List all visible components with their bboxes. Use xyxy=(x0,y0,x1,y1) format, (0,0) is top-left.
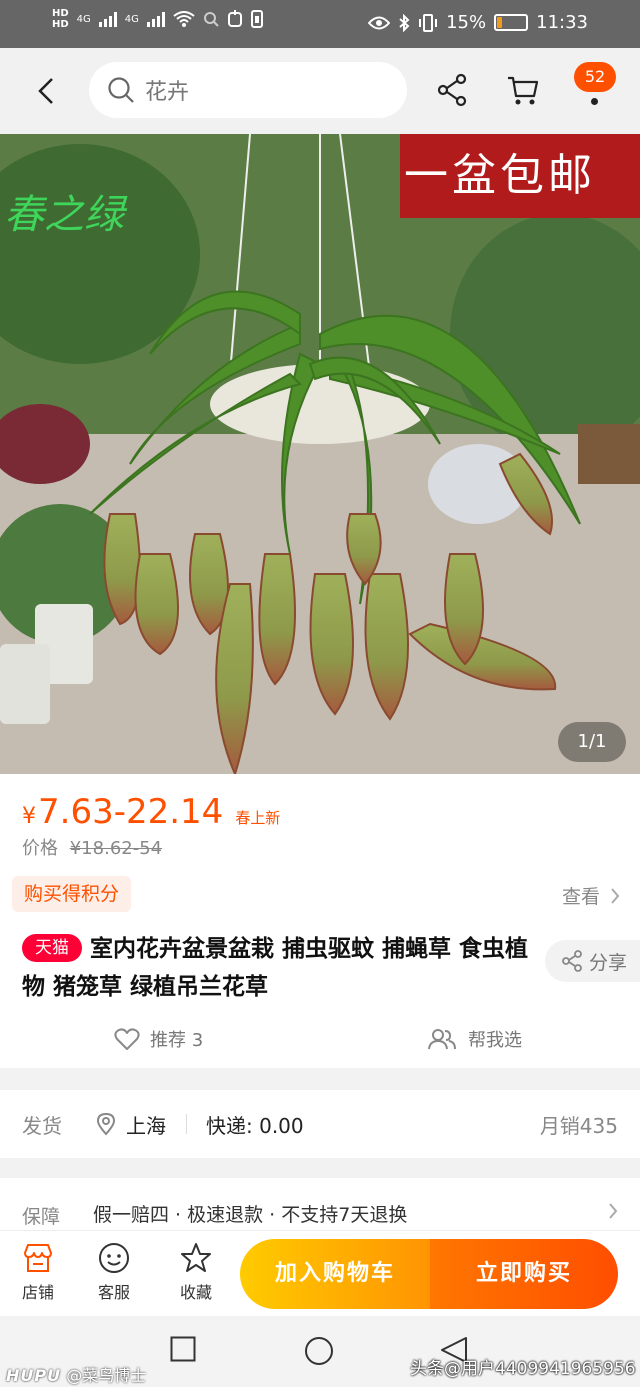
wifi-icon xyxy=(173,11,195,27)
product-info-card: ¥ 7.63-22.14 春上新 价格 ¥18.62-54 购买得积分 查看 天… xyxy=(0,774,640,1068)
share-button[interactable]: 分享 xyxy=(545,940,640,982)
buy-now-button[interactable]: 立即购买 xyxy=(430,1239,618,1309)
network-type-2: 4G xyxy=(124,13,139,25)
original-price-value: ¥18.62-54 xyxy=(69,838,163,859)
recent-apps-icon[interactable] xyxy=(170,1336,196,1362)
shipping-location: 上海 xyxy=(96,1110,166,1139)
heart-icon xyxy=(114,1028,140,1050)
service-label: 客服 xyxy=(97,1283,130,1302)
share-icon[interactable] xyxy=(435,72,469,108)
price-value: 7.63-22.14 xyxy=(38,792,224,832)
home-icon[interactable] xyxy=(304,1336,334,1366)
status-right: 15% 11:33 xyxy=(368,12,588,33)
search-placeholder: 花卉 xyxy=(145,80,190,105)
divider xyxy=(186,1114,187,1134)
signal-icon xyxy=(98,11,117,27)
add-to-cart-button[interactable]: 加入购物车 xyxy=(240,1239,430,1309)
vibrate-icon xyxy=(419,13,438,32)
back-arrow-icon[interactable] xyxy=(36,76,56,106)
people-icon xyxy=(428,1029,456,1050)
guarantee-value: 假一赔四 · 极速退款 · 不支持7天退换 xyxy=(93,1204,408,1226)
location-pin-icon xyxy=(96,1112,116,1136)
search-icon xyxy=(108,77,134,103)
points-badge[interactable]: 购买得积分 xyxy=(12,876,132,912)
product-image[interactable]: 一盆包邮 春之绿 1/1 xyxy=(0,134,640,774)
chevron-right-icon xyxy=(611,887,620,904)
search-input[interactable]: 花卉 xyxy=(89,62,407,118)
clock: 11:33 xyxy=(536,12,588,33)
help-choose-label: 帮我选 xyxy=(468,1030,522,1051)
shipping-fee: 快递: 0.00 xyxy=(206,1113,304,1138)
watermark-left: HUPU @菜鸟博士 xyxy=(6,1362,146,1386)
bluetooth-icon xyxy=(399,13,410,32)
favorite-label: 收藏 xyxy=(179,1283,212,1302)
promo-banner: 一盆包邮 xyxy=(400,134,640,218)
shipping-row[interactable]: 发货 上海 快递: 0.00 月销435 xyxy=(0,1090,640,1158)
price-row: ¥ 7.63-22.14 春上新 xyxy=(22,792,280,832)
battery-icon xyxy=(494,14,529,31)
network-type-1: 4G xyxy=(76,13,91,25)
battery-percent: 15% xyxy=(446,12,487,33)
image-counter: 1/1 xyxy=(558,722,626,762)
share-label: 分享 xyxy=(589,951,628,974)
eye-comfort-icon xyxy=(368,16,391,29)
battery-level xyxy=(497,17,502,28)
view-points-link[interactable]: 查看 xyxy=(562,882,620,909)
product-page: HD HD 4G 4G 15% 11:33 花卉 52 一盆包邮 春之绿 1/1… xyxy=(0,0,640,1387)
view-label: 查看 xyxy=(561,886,600,908)
top-nav: 花卉 52 xyxy=(0,48,640,134)
chevron-right-icon xyxy=(609,1203,618,1219)
monthly-sales: 月销435 xyxy=(539,1113,618,1138)
share-icon xyxy=(562,950,582,972)
customer-service-icon xyxy=(99,1243,129,1273)
help-choose-button[interactable]: 帮我选 xyxy=(428,1026,522,1052)
service-button[interactable]: 客服 xyxy=(84,1241,144,1303)
guarantee-label: 保障 xyxy=(22,1206,61,1228)
status-bar: HD HD 4G 4G 15% 11:33 xyxy=(0,0,640,48)
favorite-button[interactable]: 收藏 xyxy=(166,1241,226,1303)
cart-icon[interactable] xyxy=(506,72,540,108)
original-price-label: 价格 xyxy=(22,838,58,859)
price-tag: 春上新 xyxy=(235,809,281,827)
cart-badge[interactable]: 52 xyxy=(574,62,616,92)
signal-icon-2 xyxy=(146,11,165,27)
watermark-right: 头条@用户4409941965956 xyxy=(410,1359,636,1379)
more-dot-icon[interactable] xyxy=(591,98,598,105)
watermark-brand: HUPU xyxy=(6,1366,62,1385)
price-currency: ¥ xyxy=(22,804,36,829)
product-title: 室内花卉盆景盆栽 捕虫驱蚊 捕蝇草 食虫植物 猪笼草 绿植吊兰花草 xyxy=(22,936,529,1000)
shipping-label: 发货 xyxy=(22,1113,62,1138)
location-text: 上海 xyxy=(126,1113,166,1138)
guarantee-row[interactable]: 保障 假一赔四 · 极速退款 · 不支持7天退换 xyxy=(0,1178,640,1238)
recommend-button[interactable]: 推荐 3 xyxy=(114,1026,203,1052)
bottom-action-bar: 店铺 客服 收藏 加入购物车 立即购买 xyxy=(0,1230,640,1316)
original-price: 价格 ¥18.62-54 xyxy=(22,834,162,860)
recommend-label: 推荐 3 xyxy=(150,1030,204,1051)
shop-button[interactable]: 店铺 xyxy=(8,1241,68,1303)
shop-logo: 春之绿 xyxy=(4,192,124,238)
shop-label: 店铺 xyxy=(21,1283,54,1302)
search-small-icon xyxy=(203,12,219,27)
app-notification-icon xyxy=(227,10,242,27)
star-icon xyxy=(181,1243,211,1272)
sim-notification-icon xyxy=(250,10,263,28)
status-left: HD HD 4G 4G xyxy=(52,8,263,30)
watermark-user: @菜鸟博士 xyxy=(66,1366,147,1385)
shop-icon xyxy=(24,1244,52,1272)
hd-indicator: HD HD xyxy=(52,8,69,30)
